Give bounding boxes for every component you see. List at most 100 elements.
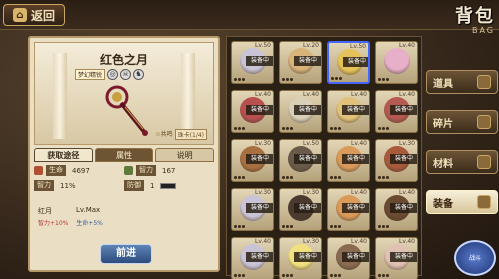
inventory-cell[interactable]: Lv.20 装备中: [279, 41, 322, 84]
rank-dot: [242, 176, 245, 179]
rank-dot: [330, 225, 333, 228]
rank-dot: [286, 225, 289, 228]
inventory-cell[interactable]: Lv.30 装备中: [279, 188, 322, 231]
rank-dot: [338, 176, 341, 179]
rank-dot: [378, 127, 381, 130]
inventory-cell[interactable]: Lv.30 装备中: [231, 188, 274, 231]
side-tab-items[interactable]: 道具: [426, 70, 498, 94]
inventory-cell[interactable]: Lv.40: [375, 41, 418, 84]
rank-dot: [338, 225, 341, 228]
inventory-grid: Lv.50 装备中 Lv.20 装备中 Lv.50 装备中 Lv.40 Lv.40 装备中 Lv.…: [226, 36, 422, 279]
battle-emblem-button[interactable]: 战斗: [454, 240, 496, 276]
equipped-badge: 装备中: [390, 105, 417, 115]
rank-dot: [286, 78, 289, 81]
weapon-image: [105, 85, 148, 136]
rank-dots: [330, 127, 341, 130]
inventory-cell[interactable]: Lv.50 装备中: [231, 41, 274, 84]
rank-dot: [382, 225, 385, 228]
home-icon: ⌂: [12, 8, 27, 22]
inventory-cell[interactable]: Lv.40 装备中: [231, 90, 274, 133]
equipped-badge: 装备中: [246, 252, 273, 262]
rank-dots: [378, 78, 389, 81]
rank-dots: [378, 274, 389, 277]
bonus-line: 智力+10%: [38, 220, 69, 227]
inventory-cell[interactable]: Lv.40 装备中: [375, 237, 418, 279]
back-label: 返回: [30, 8, 55, 23]
tab-description[interactable]: 说明: [155, 148, 215, 162]
heart-icon: [34, 166, 43, 175]
inventory-cell[interactable]: Lv.40 装备中: [327, 188, 370, 231]
inventory-cell[interactable]: Lv.40 装备中: [375, 188, 418, 231]
rank-dot: [234, 127, 237, 130]
rank-dot: [290, 78, 293, 81]
rank-dot: [339, 77, 342, 80]
equipped-badge: 装备中: [390, 252, 417, 262]
rank-dots: [282, 274, 293, 277]
equipped-badge: 装备中: [294, 105, 321, 115]
stat-int: 智力 167: [124, 164, 214, 177]
stat-label: 智力: [34, 180, 54, 191]
top-bar: ⌂ 返回 背包 BAG: [0, 0, 499, 35]
inventory-cell[interactable]: Lv.30 装备中: [279, 237, 322, 279]
rank-dots: [282, 225, 293, 228]
inventory-cell[interactable]: Lv.40 装备中: [279, 90, 322, 133]
equipped-badge: 装备中: [342, 105, 369, 115]
rank-dot: [378, 78, 381, 81]
rank-dot: [330, 176, 333, 179]
rank-dots: [331, 77, 342, 80]
rank-dot: [378, 274, 381, 277]
side-tab-fragments[interactable]: 碎片: [426, 110, 498, 134]
equipped-badge: 装备中: [246, 56, 273, 66]
inventory-cell[interactable]: Lv.40 装备中: [375, 90, 418, 133]
rank-dot: [331, 77, 334, 80]
rank-dot: [238, 176, 241, 179]
tab-attributes[interactable]: 属性: [94, 148, 154, 162]
stat-label: 智力: [136, 165, 156, 176]
equipped-badge: 装备中: [246, 203, 273, 213]
rank-dot: [234, 176, 237, 179]
rank-dot: [386, 127, 389, 130]
inventory-cell[interactable]: Lv.40 装备中: [327, 237, 370, 279]
inventory-cell[interactable]: Lv.40 装备中: [327, 90, 370, 133]
rank-dot: [234, 274, 237, 277]
rank-dots: [234, 274, 245, 277]
equipped-badge: 装备中: [343, 57, 368, 67]
page-title: 背包: [455, 6, 495, 27]
rank-dot: [282, 78, 285, 81]
inventory-cell[interactable]: Lv.40 装备中: [327, 139, 370, 182]
equipped-badge: 装备中: [294, 56, 321, 66]
side-tab-equipment[interactable]: 装备: [426, 190, 498, 214]
side-tab-label: 碎片: [433, 118, 453, 130]
skill-name: 红月: [38, 207, 52, 215]
inventory-cell[interactable]: Lv.30 装备中: [375, 139, 418, 182]
inventory-cell[interactable]: Lv.40 装备中: [231, 237, 274, 279]
stat-label: 防御: [124, 180, 144, 191]
rank-dots: [282, 176, 293, 179]
page-title-group: 背包 BAG: [455, 2, 495, 35]
rank-dot: [286, 127, 289, 130]
stat-label: 生命: [46, 165, 66, 176]
character-portrait: [384, 48, 410, 74]
rank-dot: [286, 274, 289, 277]
advance-button[interactable]: 前进: [100, 244, 152, 264]
rank-dot: [290, 176, 293, 179]
rank-dot: [330, 274, 333, 277]
bonus-lines: 智力+10% 生命+5%: [38, 218, 109, 227]
side-tab-materials[interactable]: 材料: [426, 150, 498, 174]
inventory-cell[interactable]: Lv.50 装备中: [279, 139, 322, 182]
rank-dot: [282, 225, 285, 228]
back-button[interactable]: ⌂ 返回: [3, 4, 65, 26]
rank-dots: [234, 225, 245, 228]
stat-value: 11%: [60, 181, 76, 190]
inventory-cell[interactable]: Lv.50 装备中: [327, 41, 370, 84]
inventory-cell[interactable]: Lv.30 装备中: [231, 139, 274, 182]
acquire-route-button[interactable]: 获取途径: [34, 148, 93, 162]
fragment-icon: [477, 115, 491, 129]
resonance-badge: ☆共鸣 珠卡(1/4): [155, 129, 207, 140]
rank-dot: [290, 225, 293, 228]
rank-dot: [282, 176, 285, 179]
skill-level: Lv.Max: [76, 206, 101, 214]
bonus-line: 生命+5%: [76, 220, 103, 227]
rank-dot: [386, 274, 389, 277]
stat-value: 167: [162, 166, 176, 175]
